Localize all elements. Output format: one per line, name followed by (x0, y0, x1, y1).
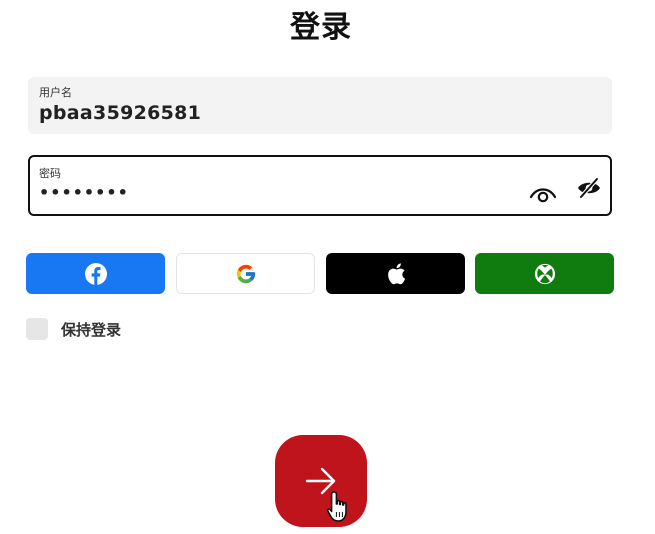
username-label: 用户名 (39, 86, 72, 99)
login-page: 登录 用户名 pbaa35926581 密码 •••••••• 保持登录 (0, 0, 655, 534)
password-label: 密码 (39, 167, 61, 180)
remember-me-toggle[interactable]: 保持登录 (26, 318, 121, 340)
google-login-button[interactable] (176, 253, 315, 294)
arrow-right-icon (305, 467, 336, 495)
apple-login-button[interactable] (326, 253, 465, 294)
show-password-button[interactable] (528, 179, 558, 209)
hide-password-button[interactable] (574, 173, 604, 203)
eye-off-icon (578, 177, 600, 199)
eye-icon (529, 188, 557, 203)
page-title: 登录 (290, 10, 352, 45)
apple-icon (387, 262, 405, 284)
submit-login-button[interactable] (275, 435, 367, 527)
facebook-icon (84, 262, 107, 285)
google-icon (236, 264, 255, 283)
password-field[interactable]: 密码 •••••••• (28, 155, 612, 216)
username-input[interactable]: pbaa35926581 (39, 102, 201, 124)
username-field[interactable]: 用户名 pbaa35926581 (28, 77, 612, 134)
remember-me-label: 保持登录 (61, 320, 122, 339)
facebook-login-button[interactable] (26, 253, 165, 294)
password-input[interactable]: •••••••• (39, 183, 129, 202)
remember-me-checkbox[interactable] (26, 318, 48, 340)
xbox-icon (534, 263, 555, 284)
xbox-login-button[interactable] (475, 253, 614, 294)
